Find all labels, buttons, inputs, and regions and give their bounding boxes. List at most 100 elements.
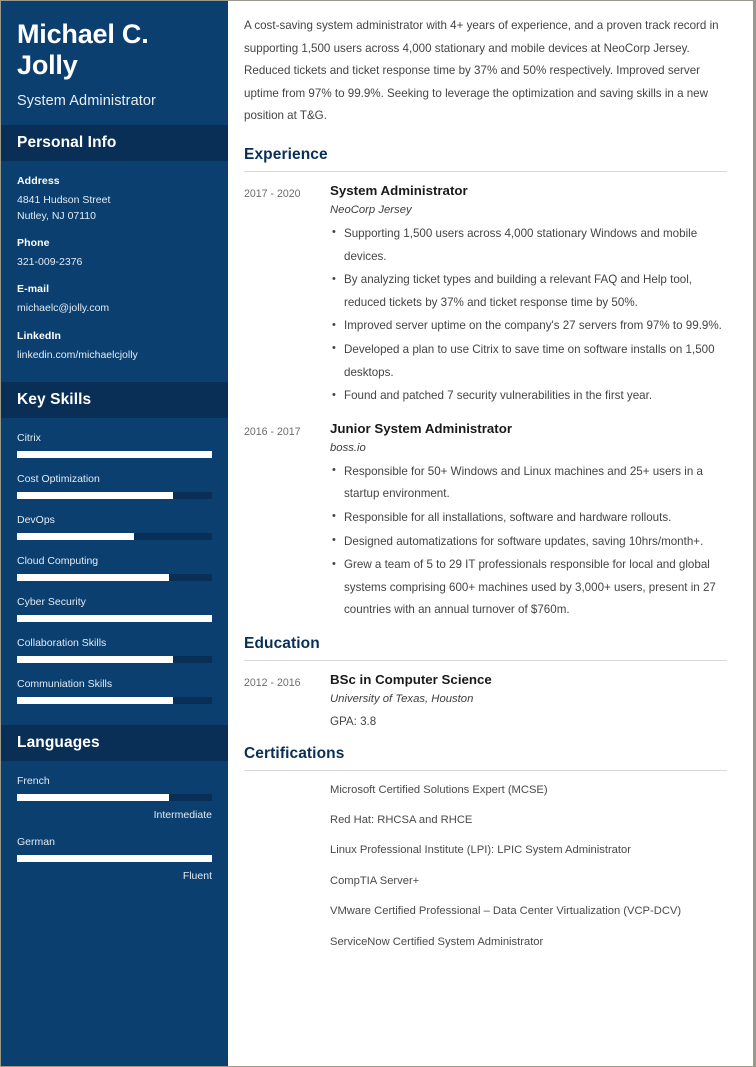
personal-info-label: Phone: [17, 237, 50, 250]
entry-bullet: Supporting 1,500 users across 4,000 stat…: [330, 222, 731, 268]
entry-body: BSc in Computer Science University of Tex…: [330, 672, 731, 733]
skill-row: Cost Optimization: [17, 473, 212, 499]
certification-item: Microsoft Certified Solutions Expert (MC…: [330, 783, 548, 796]
bar-fill: [17, 573, 170, 581]
entry-bullet: Designed automatizations for software up…: [330, 530, 731, 554]
entry-company: boss.io: [330, 441, 366, 454]
section-divider: [244, 170, 727, 172]
entry-date: 2016 - 2017: [244, 425, 301, 438]
personal-info-label: E-mail: [17, 283, 50, 296]
skill-row: Citrix: [17, 432, 212, 458]
bar-track: [17, 696, 212, 704]
entry-title: System Administrator: [330, 182, 468, 198]
certifications-heading: Certifications: [244, 744, 345, 762]
entry-bullet: Responsible for all installations, softw…: [330, 506, 731, 530]
bar-label: Cyber Security: [17, 595, 86, 608]
personal-info-value: linkedin.com/michaelcjolly: [17, 348, 138, 361]
bar-track: [17, 793, 212, 801]
skill-row: Cloud Computing: [17, 555, 212, 581]
bar-label: Cost Optimization: [17, 472, 100, 485]
experience-section: Experience 2017 - 2020 System Administrat…: [244, 146, 731, 623]
personal-info-value: 321-009-2376: [17, 256, 83, 269]
entry-degree: BSc in Computer Science: [330, 671, 492, 687]
entry-company: NeoCorp Jersey: [330, 203, 412, 216]
certification-item: VMware Certified Professional – Data Cen…: [330, 905, 682, 918]
bar-caption: Fluent: [182, 869, 212, 882]
bar-track: [17, 854, 212, 862]
bar-fill: [17, 491, 173, 499]
personal-info-label: Address: [17, 174, 60, 187]
experience-heading: Experience: [244, 145, 328, 163]
bar-label: French: [17, 774, 50, 787]
languages-heading: Languages: [1, 724, 228, 761]
entry-title: Junior System Administrator: [330, 420, 513, 436]
key-skills-heading: Key Skills: [1, 381, 228, 418]
bar-fill: [17, 655, 173, 663]
bar-label: Communiation Skills: [17, 677, 113, 690]
bar-track: [17, 614, 212, 622]
bar-track: [17, 573, 212, 581]
personal-info-field: E-mail michaelc@jolly.com: [17, 283, 212, 316]
bar-label: Citrix: [17, 431, 41, 444]
personal-info-value: 4841 Hudson Street Nutley, NJ 07110: [17, 193, 111, 222]
certifications-section: Certifications Microsoft Certified Solut…: [244, 745, 731, 951]
bar-fill: [17, 854, 212, 862]
language-row: German Fluent: [17, 836, 212, 882]
education-entries: 2012 - 2016 BSc in Computer Science Univer…: [244, 672, 731, 733]
entry-gpa: GPA: 3.8: [330, 714, 377, 728]
entry-body: Junior System Administrator boss.io Respon…: [330, 421, 731, 623]
bar-label: Cloud Computing: [17, 554, 99, 567]
name-block: Michael C. Jolly System Administrator: [1, 1, 228, 125]
entry-date: 2017 - 2020: [244, 187, 301, 200]
bar-label: DevOps: [17, 513, 55, 526]
bar-track: [17, 450, 212, 458]
personal-info-body: Address 4841 Hudson Street Nutley, NJ 0711…: [1, 161, 228, 382]
bar-label: Collaboration Skills: [17, 636, 107, 649]
entry-bullet: By analyzing ticket types and building a…: [330, 269, 731, 314]
bar-track: [17, 532, 212, 540]
bar-fill: [17, 614, 212, 622]
key-skills-body: Citrix Cost Optimization DevOps Cloud Compu…: [1, 418, 228, 725]
skill-row: DevOps: [17, 514, 212, 540]
education-section: Education 2012 - 2016 BSc in Computer Sci…: [244, 635, 731, 733]
personal-info-field: Address 4841 Hudson Street Nutley, NJ 0711…: [17, 175, 212, 225]
personal-info-field: Phone 321-009-2376: [17, 237, 212, 270]
entry-school: University of Texas, Houston: [330, 692, 474, 705]
professional-summary: A cost-saving system administrator with …: [244, 19, 719, 123]
languages-body: French Intermediate German Fluent: [1, 761, 228, 903]
skill-row: Communiation Skills: [17, 678, 212, 704]
bar-fill: [17, 696, 173, 704]
section-divider: [244, 769, 727, 771]
certification-item: Red Hat: RHCSA and RHCE: [330, 814, 473, 827]
skill-row: Collaboration Skills: [17, 637, 212, 663]
bar-label: German: [17, 835, 55, 848]
bar-fill: [17, 793, 170, 801]
entry-bullet: Responsible for 50+ Windows and Linux ma…: [330, 460, 731, 506]
certification-item: Linux Professional Institute (LPI): LPIC…: [330, 844, 631, 857]
entry-body: System Administrator NeoCorp Jersey Suppor…: [330, 183, 731, 409]
education-heading: Education: [244, 634, 320, 652]
section-divider: [244, 659, 727, 661]
sidebar: Michael C. Jolly System Administrator Pe…: [1, 1, 228, 1066]
personal-info-label: LinkedIn: [17, 329, 61, 342]
personal-info-value: michaelc@jolly.com: [17, 302, 110, 315]
bar-track: [17, 655, 212, 663]
resume-page: Michael C. Jolly System Administrator Pe…: [0, 0, 756, 1067]
entry-bullet-list: Responsible for 50+ Windows and Linux ma…: [330, 460, 731, 622]
experience-entries: 2017 - 2020 System Administrator NeoCorp J…: [244, 183, 731, 623]
entry-date: 2012 - 2016: [244, 676, 301, 689]
entry-bullet: Developed a plan to use Citrix to save t…: [330, 338, 731, 384]
certification-item: CompTIA Server+: [330, 874, 420, 887]
language-row: French Intermediate: [17, 775, 212, 821]
experience-entry: 2017 - 2020 System Administrator NeoCorp J…: [244, 183, 731, 409]
education-entry: 2012 - 2016 BSc in Computer Science Univer…: [244, 672, 731, 733]
main-content: A cost-saving system administrator with …: [228, 1, 753, 1066]
candidate-name: Michael C. Jolly: [17, 19, 149, 81]
personal-info-heading: Personal Info: [1, 124, 228, 161]
bar-track: [17, 491, 212, 499]
entry-bullet: Found and patched 7 security vulnerabili…: [330, 385, 731, 408]
candidate-job-title: System Administrator: [17, 92, 156, 109]
bar-fill: [17, 532, 134, 540]
entry-bullet-list: Supporting 1,500 users across 4,000 stat…: [330, 222, 731, 408]
entry-bullet: Improved server uptime on the company's …: [330, 315, 731, 338]
